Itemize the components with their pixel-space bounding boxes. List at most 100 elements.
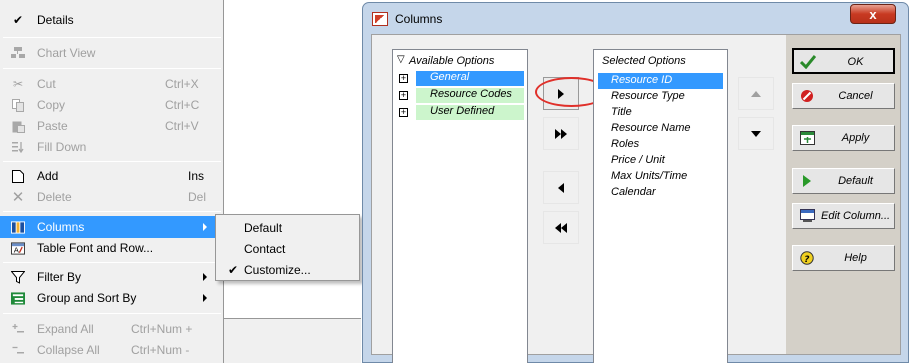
menu-item-chart-view[interactable]: Chart View: [0, 42, 224, 64]
menu-item-delete[interactable]: ✕ Delete Del: [0, 186, 224, 208]
table-font-icon: A: [11, 241, 25, 255]
double-arrow-left-icon: [555, 222, 567, 233]
dialog-title: Columns: [395, 12, 443, 26]
menu-item-expand-all[interactable]: Expand All Ctrl+Num +: [0, 318, 224, 340]
available-options-header[interactable]: ▽ Available Options: [393, 50, 527, 69]
menu-item-collapse-all[interactable]: Collapse All Ctrl+Num -: [0, 339, 224, 361]
default-button[interactable]: Default: [792, 168, 895, 194]
apply-button[interactable]: Apply: [792, 125, 895, 151]
selected-item[interactable]: Price / Unit: [598, 153, 723, 169]
menu-separator: [3, 211, 221, 212]
menu-item-details[interactable]: ✔ Details: [0, 9, 224, 31]
selected-item[interactable]: Title: [598, 105, 723, 121]
dialog-titlebar[interactable]: Columns x: [363, 3, 908, 35]
selected-options-list[interactable]: Selected Options Resource ID Resource Ty…: [593, 49, 728, 363]
remove-all-button[interactable]: [543, 211, 579, 244]
move-down-button[interactable]: [738, 117, 774, 150]
move-up-button[interactable]: [738, 77, 774, 110]
svg-text:?: ?: [804, 255, 809, 265]
paste-icon: [11, 119, 25, 133]
menu-item-label: Group and Sort By: [37, 291, 137, 305]
menu-item-columns[interactable]: Columns: [0, 216, 224, 238]
menu-separator: [3, 37, 221, 38]
menu-item-table-font[interactable]: A Table Font and Row...: [0, 237, 224, 259]
menu-item-label: Expand All: [37, 322, 94, 336]
chart-view-icon: [11, 46, 25, 60]
play-arrow-icon: [799, 173, 815, 189]
checkmark-icon: [800, 54, 816, 70]
edit-column-icon: [799, 208, 815, 224]
menu-item-shortcut: Del: [188, 190, 207, 204]
action-button-panel: OK Cancel Apply Default Edit Column... ?…: [786, 35, 900, 354]
menu-item-label: Fill Down: [37, 140, 87, 154]
menu-separator: [3, 68, 221, 69]
menu-item-label: Table Font and Row...: [37, 241, 154, 255]
menu-item-group-sort[interactable]: Group and Sort By: [0, 287, 224, 309]
menu-item-shortcut: Ctrl+Num -: [131, 343, 190, 357]
selected-item[interactable]: Resource Type: [598, 89, 723, 105]
help-icon: ?: [799, 250, 815, 266]
expand-plus-icon[interactable]: +: [399, 74, 408, 83]
submenu-item-contact[interactable]: Contact: [216, 238, 359, 259]
checkmark-icon: ✔: [228, 262, 239, 277]
help-label: Help: [844, 252, 867, 264]
copy-icon: [11, 98, 25, 112]
tree-item-general[interactable]: + General: [396, 70, 526, 87]
menu-item-copy[interactable]: Copy Ctrl+C: [0, 94, 224, 116]
group-sort-icon: [11, 291, 25, 305]
selected-item-resource-id[interactable]: Resource ID: [598, 73, 723, 89]
svg-text:A: A: [14, 245, 20, 254]
menu-item-label: Paste: [37, 119, 68, 133]
menu-item-filter-by[interactable]: Filter By: [0, 266, 224, 288]
cancel-button[interactable]: Cancel: [792, 83, 895, 109]
add-all-button[interactable]: [543, 117, 579, 150]
menu-item-label: Filter By: [37, 270, 82, 284]
selected-item[interactable]: Resource Name: [598, 121, 723, 137]
close-button[interactable]: x: [850, 4, 896, 24]
apply-icon: [799, 130, 815, 146]
menu-item-label: Collapse All: [37, 343, 100, 357]
menu-item-shortcut: Ctrl+V: [165, 119, 199, 133]
menu-item-shortcut: Ctrl+Num +: [131, 322, 193, 336]
fill-down-icon: [11, 140, 25, 154]
menu-item-shortcut: Ctrl+X: [165, 77, 199, 91]
submenu-arrow-icon: [203, 294, 207, 302]
selected-item[interactable]: Calendar: [598, 185, 723, 201]
expand-icon: [11, 322, 25, 336]
submenu-arrow-icon: [203, 223, 207, 231]
menu-separator: [3, 262, 221, 263]
expand-plus-icon[interactable]: +: [399, 108, 408, 117]
remove-selected-button[interactable]: [543, 171, 579, 204]
apply-label: Apply: [841, 132, 870, 144]
delete-x-icon: ✕: [11, 189, 25, 206]
tree-item-user-defined[interactable]: + User Defined: [396, 104, 526, 121]
menu-item-label: Details: [37, 13, 74, 27]
available-options-list[interactable]: ▽ Available Options + General + Resource…: [392, 49, 528, 363]
selected-item[interactable]: Roles: [598, 137, 723, 153]
checkmark-icon: ✔: [12, 13, 24, 27]
menu-item-cut[interactable]: ✂ Cut Ctrl+X: [0, 73, 224, 95]
tree-item-label: General: [416, 71, 524, 86]
menu-item-add[interactable]: Add Ins: [0, 165, 224, 187]
menu-item-label: Delete: [37, 190, 72, 204]
app-icon: [372, 12, 388, 26]
submenu-item-label: Customize...: [244, 262, 311, 277]
help-button[interactable]: ? Help: [792, 245, 895, 271]
menu-item-label: Add: [37, 169, 59, 183]
filter-funnel-icon: [11, 270, 25, 284]
tree-item-resource-codes[interactable]: + Resource Codes: [396, 87, 526, 104]
submenu-item-default[interactable]: Default: [216, 217, 359, 238]
columns-submenu: Default Contact ✔ Customize...: [215, 214, 360, 281]
double-arrow-right-icon: [555, 128, 567, 139]
menu-item-fill-down[interactable]: Fill Down: [0, 136, 224, 158]
expand-plus-icon[interactable]: +: [399, 91, 408, 100]
menu-item-label: Cut: [37, 77, 56, 91]
submenu-item-customize[interactable]: ✔ Customize...: [216, 259, 359, 280]
tree-item-label: User Defined: [416, 105, 524, 120]
ok-button[interactable]: OK: [792, 48, 895, 74]
columns-icon: [11, 220, 25, 234]
dialog-client-area: ▽ Available Options + General + Resource…: [371, 34, 901, 363]
selected-item[interactable]: Max Units/Time: [598, 169, 723, 185]
menu-item-paste[interactable]: Paste Ctrl+V: [0, 115, 224, 137]
edit-column-button[interactable]: Edit Column...: [792, 203, 895, 229]
